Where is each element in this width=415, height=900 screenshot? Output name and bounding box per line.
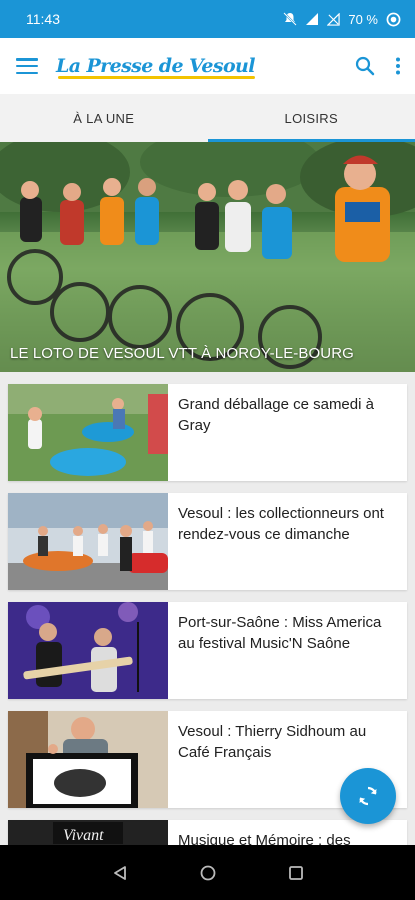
article-card[interactable]: Grand déballage ce samedi à Gray [8,384,407,481]
status-bar: 11:43 70 % [0,0,415,38]
tab-loisirs[interactable]: LOISIRS [207,94,415,142]
back-icon[interactable] [112,865,128,881]
tab-bar: À LA UNE LOISIRS [0,94,415,142]
home-icon[interactable] [200,865,216,881]
app-logo[interactable]: La Presse de Vesoul [56,55,255,79]
mute-icon [283,12,298,26]
article-thumbnail [8,602,168,699]
article-thumbnail [8,711,168,808]
hero-article[interactable]: LE LOTO DE VESOUL VTT À NOROY-LE-BOURG [0,142,415,372]
hero-title: LE LOTO DE VESOUL VTT À NOROY-LE-BOURG [10,345,354,362]
more-vert-icon[interactable] [395,57,401,75]
system-nav-bar [0,845,415,900]
signal-2-icon [327,12,341,26]
thumbnail-lettering: Vivant [63,827,104,844]
hero-image [0,142,415,372]
menu-icon[interactable] [16,58,38,74]
refresh-icon [359,786,377,806]
battery-saver-icon [386,12,401,26]
article-title: Grand déballage ce samedi à Gray [178,396,374,434]
battery-percent: 70 % [348,11,378,27]
status-time: 11:43 [26,11,60,27]
article-title: Port-sur-Saône : Miss America au festiva… [178,614,382,652]
article-thumbnail [8,493,168,590]
article-title: Vesoul : les collectionneurs ont rendez-… [178,505,384,543]
signal-icon [306,13,319,25]
article-list: Grand déballage ce samedi à Gray Vesoul … [8,384,407,900]
article-thumbnail [8,384,168,481]
app-bar: La Presse de Vesoul [0,38,415,94]
tab-a-la-une[interactable]: À LA UNE [0,94,208,142]
search-icon[interactable] [355,56,375,76]
article-card[interactable]: Port-sur-Saône : Miss America au festiva… [8,602,407,699]
refresh-button[interactable] [340,768,396,824]
article-card[interactable]: Vesoul : les collectionneurs ont rendez-… [8,493,407,590]
recents-icon[interactable] [288,865,304,881]
status-icons: 70 % [283,12,401,27]
